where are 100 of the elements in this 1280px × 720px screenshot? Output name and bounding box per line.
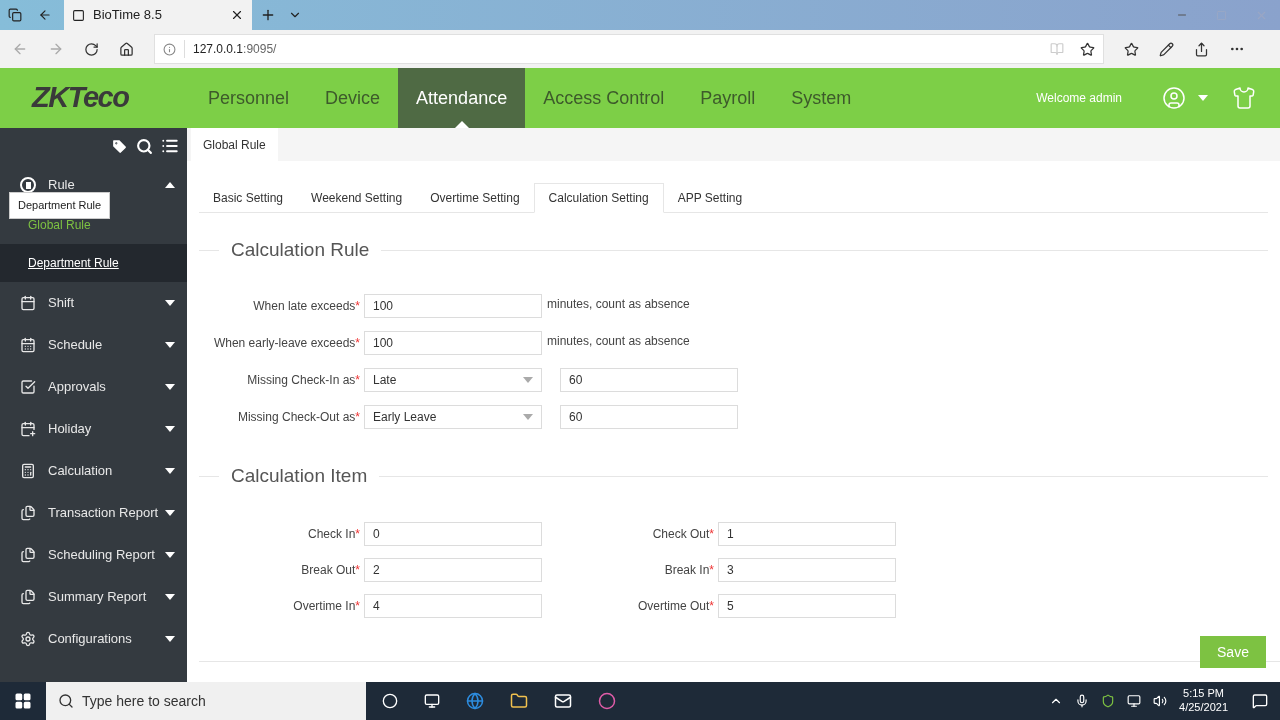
calendar-icon: [20, 295, 36, 311]
windows-start-icon[interactable]: [14, 692, 32, 710]
tooltip: Department Rule: [9, 192, 111, 219]
list-icon[interactable]: [161, 137, 179, 155]
calculator-icon: [20, 463, 36, 479]
microphone-icon[interactable]: [1075, 694, 1090, 708]
clock-date: 4/25/2021: [1179, 701, 1228, 715]
caret-icon: [165, 468, 175, 474]
info-icon: [163, 42, 176, 56]
checkbox-icon: [20, 379, 36, 395]
field-label: Overtime In*: [292, 598, 361, 615]
clock-time: 5:15 PM: [1183, 687, 1224, 701]
network-icon[interactable]: [1127, 694, 1142, 708]
volume-icon[interactable]: [1153, 694, 1168, 708]
sidebar-item[interactable]: Holiday: [0, 408, 187, 450]
app-icon[interactable]: [598, 692, 616, 710]
folder-icon[interactable]: [510, 692, 528, 710]
sidebar-item[interactable]: Scheduling Report: [0, 534, 187, 576]
cortana-icon[interactable]: [382, 693, 398, 709]
section-title: Calculation Item: [231, 463, 368, 488]
field-label: When early-leave exceeds*: [212, 335, 361, 352]
field-label: Missing Check-In as*: [246, 372, 361, 389]
dropdown-arrow-icon: [523, 377, 533, 383]
sidebar-item[interactable]: Approvals: [0, 366, 187, 408]
number-field[interactable]: 100: [364, 331, 542, 355]
mail-icon[interactable]: [554, 692, 572, 710]
nav-tab[interactable]: Device: [307, 68, 399, 128]
caret-icon: [165, 636, 175, 642]
notification-icon[interactable]: [1252, 693, 1268, 709]
number-field[interactable]: 5: [718, 594, 896, 618]
sidebar-item[interactable]: Transaction Report: [0, 492, 187, 534]
tag-icon[interactable]: [111, 137, 128, 155]
number-field[interactable]: 0: [364, 522, 542, 546]
field-hint: minutes, count as absence: [547, 295, 690, 313]
sidebar-item[interactable]: Configurations: [0, 618, 187, 660]
settings-tab[interactable]: Calculation Setting: [533, 183, 664, 213]
field-label: Break Out*: [300, 562, 361, 579]
caret-icon: [165, 510, 175, 516]
caret-icon: [165, 552, 175, 558]
new-tab-icon[interactable]: [260, 7, 276, 23]
documents-icon: [20, 505, 36, 521]
field-hint: minutes, count as absence: [547, 332, 690, 350]
field-label: Overtime Out*: [636, 598, 715, 615]
number-field[interactable]: 3: [718, 558, 896, 582]
caret-icon: [165, 426, 175, 432]
submenu-item[interactable]: Department Rule: [0, 244, 187, 282]
field-label: Missing Check-Out as*: [236, 409, 361, 426]
search-icon: [58, 693, 74, 709]
address-bar[interactable]: 127.0.0.1:9095/: [154, 34, 1104, 64]
caret-icon: [165, 300, 175, 306]
number-field[interactable]: 4: [364, 594, 542, 618]
nav-tab[interactable]: System: [773, 68, 870, 128]
documents-icon: [20, 547, 36, 563]
sidebar-item[interactable]: Shift: [0, 282, 187, 324]
search-icon[interactable]: [136, 137, 153, 155]
field-label: When late exceeds*: [252, 298, 361, 315]
dropdown-arrow-icon: [523, 414, 533, 420]
caret-icon: [165, 594, 175, 600]
field-label: Check Out*: [651, 526, 715, 543]
logo: ZKTeco: [32, 80, 129, 116]
tabs-icon[interactable]: [8, 8, 22, 22]
dropdown-field[interactable]: Late: [364, 368, 542, 392]
nav-tab[interactable]: Payroll: [682, 68, 774, 128]
task-view-icon[interactable]: [424, 693, 440, 709]
taskbar-search-field[interactable]: Type here to search: [46, 682, 366, 720]
nav-tab[interactable]: Personnel: [190, 68, 308, 128]
nav-tab[interactable]: Access Control: [525, 68, 683, 128]
welcome-text: Welcome admin: [1036, 90, 1122, 107]
nav-tab[interactable]: Attendance: [398, 68, 526, 128]
favorites-icon[interactable]: [1124, 41, 1139, 57]
number-field[interactable]: 1: [718, 522, 896, 546]
sidebar-item[interactable]: Calculation: [0, 450, 187, 492]
home-icon[interactable]: [119, 41, 134, 57]
field-label: Break In*: [663, 562, 715, 579]
shield-icon[interactable]: [1101, 694, 1116, 708]
calendar-icon: [20, 337, 36, 353]
settings-tab[interactable]: Basic Setting: [199, 183, 298, 213]
star-icon[interactable]: [1080, 41, 1095, 57]
dropdown-field[interactable]: Early Leave: [364, 405, 542, 429]
number-field[interactable]: 100: [364, 294, 542, 318]
settings-tab[interactable]: Weekend Setting: [297, 183, 417, 213]
sidebar-item[interactable]: Schedule: [0, 324, 187, 366]
share-icon[interactable]: [1194, 41, 1209, 57]
number-field[interactable]: 2: [364, 558, 542, 582]
number-field[interactable]: 60: [560, 405, 738, 429]
settings-tab[interactable]: Overtime Setting: [416, 183, 534, 213]
number-field[interactable]: 60: [560, 368, 738, 392]
field-label: Check In*: [306, 526, 361, 543]
settings-tab[interactable]: APP Setting: [663, 183, 757, 213]
browser-icon[interactable]: [466, 692, 484, 710]
caret-icon: [165, 182, 175, 188]
refresh-icon[interactable]: [84, 41, 99, 57]
page-tab[interactable]: Global Rule: [191, 128, 278, 161]
sidebar-item[interactable]: Summary Report: [0, 576, 187, 618]
close-icon[interactable]: [230, 8, 244, 22]
browser-tab[interactable]: BioTime 8.5: [64, 0, 252, 30]
pen-icon[interactable]: [1159, 41, 1174, 57]
caret-icon: [165, 384, 175, 390]
section-title: Calculation Rule: [231, 237, 370, 262]
gears-icon: [20, 631, 36, 647]
